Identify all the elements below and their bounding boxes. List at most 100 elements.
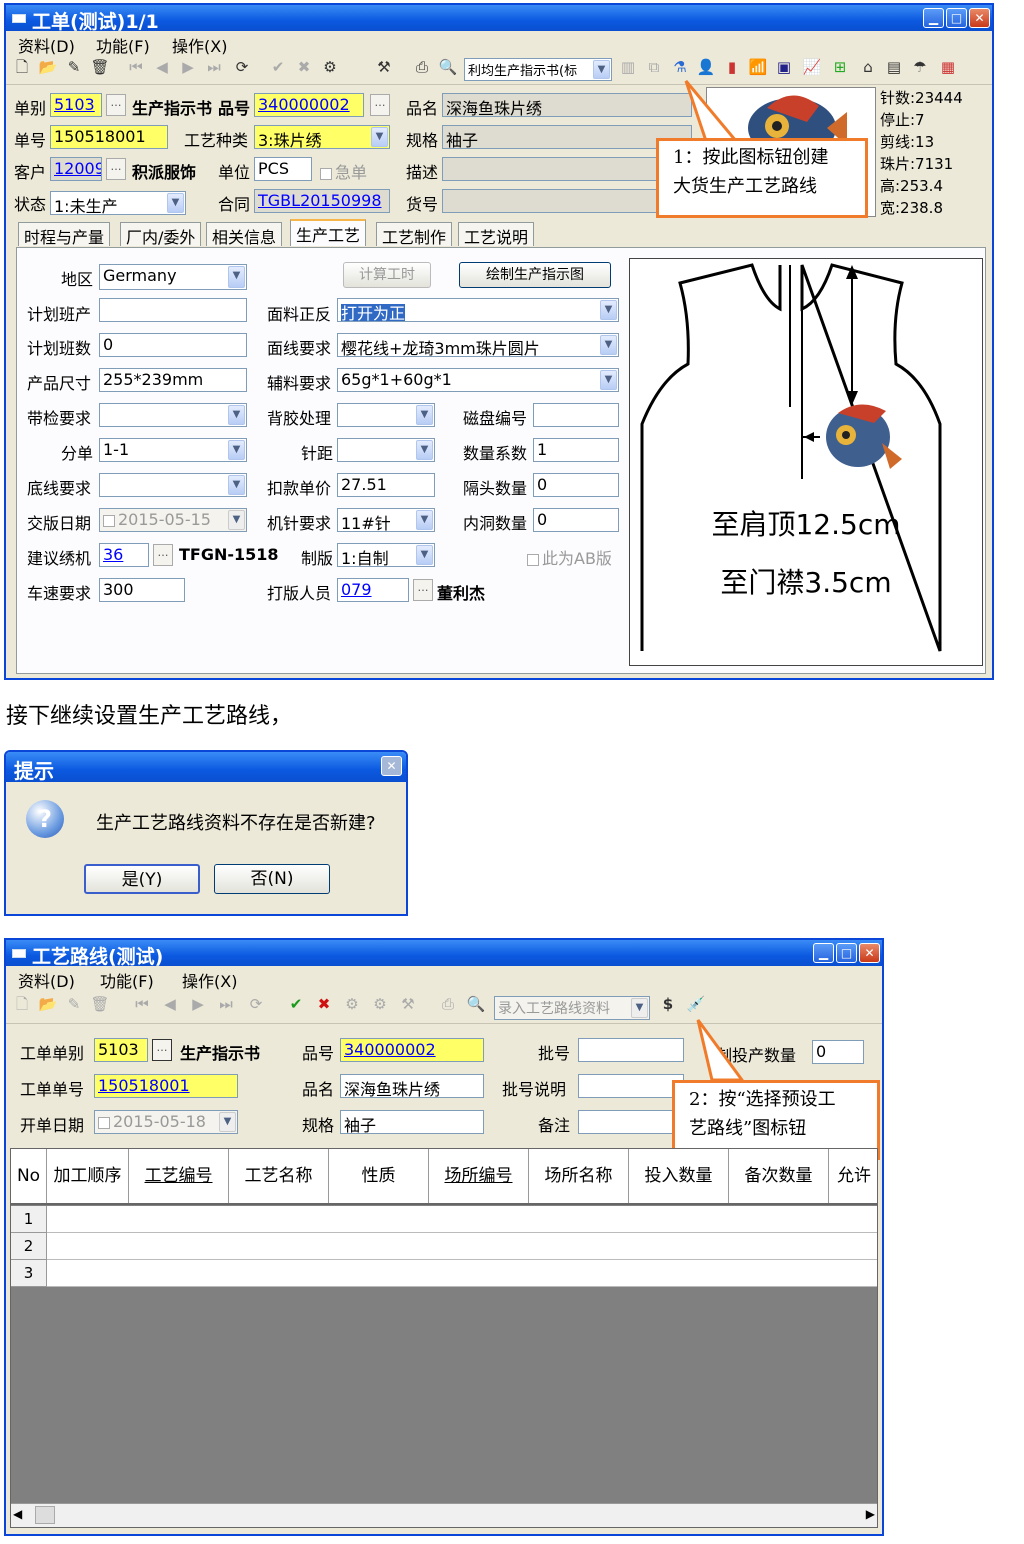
qty-coef-field[interactable]: 1 bbox=[533, 438, 619, 462]
description-field[interactable] bbox=[442, 157, 692, 181]
contract-field[interactable]: TGBL20150998 bbox=[254, 189, 390, 213]
next-record-icon[interactable]: ▶ bbox=[188, 994, 208, 1014]
fabric-select[interactable]: 打开为正 ▼ bbox=[337, 298, 619, 322]
edit-icon[interactable]: ✎ bbox=[64, 994, 84, 1014]
speed-field[interactable]: 300 bbox=[99, 578, 185, 602]
deduct-field[interactable]: 27.51 bbox=[337, 473, 435, 497]
aux-select[interactable]: 65g*1+60g*1 ▼ bbox=[337, 368, 619, 392]
chevron-down-icon[interactable]: ▼ bbox=[600, 370, 617, 390]
confirm-icon[interactable]: ✔ bbox=[286, 994, 306, 1014]
chevron-down-icon[interactable]: ▼ bbox=[228, 440, 245, 460]
order-type-lookup-button[interactable]: … bbox=[106, 94, 126, 116]
region-select[interactable]: Germany ▼ bbox=[99, 264, 247, 290]
checkbox-icon[interactable] bbox=[103, 514, 115, 527]
column-header[interactable]: 性质 bbox=[329, 1149, 429, 1203]
disk-field[interactable] bbox=[533, 403, 619, 427]
urgent-checkbox[interactable]: 急单 bbox=[320, 159, 367, 183]
delete-icon[interactable]: 🗑 bbox=[90, 57, 110, 77]
column-header[interactable]: 加工顺序 bbox=[47, 1149, 129, 1203]
product-name-field[interactable]: 深海鱼珠片绣 bbox=[442, 93, 692, 117]
row-cells[interactable] bbox=[47, 1260, 877, 1287]
open-date-field[interactable]: 2015-05-18 ▼ bbox=[94, 1110, 238, 1134]
chevron-down-icon[interactable]: ▼ bbox=[371, 127, 388, 147]
column-header[interactable]: 允许 bbox=[829, 1149, 877, 1203]
unapprove-icon[interactable]: ⚙ bbox=[370, 994, 390, 1014]
scroll-right-icon[interactable]: ▶ bbox=[866, 1507, 875, 1521]
split-select[interactable]: 1-1 ▼ bbox=[99, 438, 247, 462]
maximize-icon[interactable]: □ bbox=[946, 8, 967, 28]
unit-field[interactable]: PCS bbox=[254, 157, 312, 181]
make-select[interactable]: 1:自制 ▼ bbox=[337, 543, 435, 567]
column-header[interactable]: 备次数量 bbox=[729, 1149, 829, 1203]
row-number[interactable]: 1 bbox=[11, 1206, 47, 1233]
chevron-down-icon[interactable]: ▼ bbox=[593, 60, 610, 79]
row-number[interactable]: 3 bbox=[11, 1260, 47, 1287]
delivery-date-field[interactable]: 2015-05-15 ▼ bbox=[99, 508, 247, 532]
no-button[interactable]: 否(N) bbox=[214, 864, 330, 894]
column-header[interactable]: 工艺名称 bbox=[229, 1149, 329, 1203]
tab-process-making[interactable]: 工艺制作 bbox=[376, 222, 453, 247]
barcode-icon[interactable]: ▥ bbox=[618, 57, 638, 77]
tools-icon[interactable]: ⚒ bbox=[398, 994, 418, 1014]
copy-icon[interactable]: ⧉ bbox=[644, 57, 664, 77]
horizontal-scrollbar[interactable]: ◀ ▶ bbox=[11, 1503, 877, 1527]
chevron-down-icon[interactable]: ▼ bbox=[228, 405, 245, 425]
open-icon[interactable]: 📂 bbox=[38, 57, 58, 77]
plan-prod-field[interactable] bbox=[99, 298, 247, 322]
last-record-icon[interactable]: ⏭ bbox=[204, 57, 224, 77]
close-icon[interactable]: ✕ bbox=[381, 756, 402, 776]
bar-chart-icon[interactable]: ▮ bbox=[722, 57, 742, 77]
column-header[interactable]: 场所名称 bbox=[529, 1149, 629, 1203]
thread-select[interactable]: 樱花线+龙琦3mm珠片圆片 ▼ bbox=[337, 333, 619, 357]
order-type-lookup-button[interactable]: … bbox=[152, 1039, 172, 1061]
column-header[interactable]: 场所编号 bbox=[429, 1149, 529, 1203]
next-record-icon[interactable]: ▶ bbox=[178, 57, 198, 77]
menu-operation[interactable]: 操作(X) bbox=[182, 968, 237, 992]
table-row[interactable]: 2 bbox=[11, 1233, 877, 1260]
home-icon[interactable]: ⌂ bbox=[858, 57, 878, 77]
tools-icon[interactable]: ⚒ bbox=[374, 57, 394, 77]
chevron-down-icon[interactable]: ▼ bbox=[600, 300, 617, 320]
confirm-icon[interactable]: ✔ bbox=[268, 57, 288, 77]
table-row[interactable]: 1 bbox=[11, 1206, 877, 1233]
delete-icon[interactable]: 🗑 bbox=[90, 994, 110, 1014]
checkbox-icon[interactable] bbox=[98, 1116, 110, 1129]
size-field[interactable]: 255*239mm bbox=[99, 368, 247, 392]
column-header[interactable]: 工艺编号 bbox=[129, 1149, 229, 1203]
batch-field[interactable] bbox=[578, 1038, 684, 1062]
print-template-select[interactable]: 利均生产指示书(标 ▼ bbox=[464, 58, 612, 81]
line-chart-icon[interactable]: 📈 bbox=[802, 57, 822, 77]
column-header[interactable]: 投入数量 bbox=[629, 1149, 729, 1203]
menu-data[interactable]: 资料(D) bbox=[18, 968, 75, 992]
batch-desc-field[interactable] bbox=[578, 1074, 684, 1098]
chevron-down-icon[interactable]: ▼ bbox=[416, 440, 433, 460]
stitch-select[interactable]: ▼ bbox=[337, 438, 435, 462]
row-cells[interactable] bbox=[47, 1206, 877, 1233]
last-record-icon[interactable]: ⏭ bbox=[216, 994, 236, 1014]
inspect-select[interactable]: ▼ bbox=[99, 403, 247, 427]
window-title-bar[interactable]: 工艺路线(测试) ▁ □ ✕ bbox=[6, 940, 882, 968]
row-cells[interactable] bbox=[47, 1233, 877, 1260]
menu-data[interactable]: 资料(D) bbox=[18, 33, 75, 57]
route-entry-select[interactable]: 录入工艺路线资料 ▼ bbox=[494, 996, 650, 1020]
user-icon[interactable]: 👤 bbox=[696, 57, 716, 77]
umbrella-icon[interactable]: ☂ bbox=[910, 57, 930, 77]
create-process-route-icon[interactable]: ⚗ bbox=[670, 57, 690, 77]
calc-hours-button[interactable]: 计算工时 bbox=[343, 262, 431, 288]
chevron-down-icon[interactable]: ▼ bbox=[600, 335, 617, 355]
close-icon[interactable]: ✕ bbox=[859, 943, 880, 963]
maximize-icon[interactable]: □ bbox=[836, 943, 857, 963]
chevron-down-icon[interactable]: ▼ bbox=[631, 998, 648, 1018]
cancel-icon[interactable]: ✖ bbox=[294, 57, 314, 77]
craft-type-select[interactable]: 3:珠片绣 ▼ bbox=[254, 125, 390, 149]
tab-related-info[interactable]: 相关信息 bbox=[206, 222, 283, 247]
chevron-down-icon[interactable]: ▼ bbox=[228, 510, 245, 530]
machine-field[interactable]: 36 bbox=[99, 543, 149, 567]
chevron-down-icon[interactable]: ▼ bbox=[228, 266, 245, 288]
minimize-icon[interactable]: ▁ bbox=[813, 943, 834, 963]
machine-lookup-button[interactable]: … bbox=[153, 544, 173, 566]
part-no-field[interactable]: 340000002 bbox=[254, 93, 364, 117]
status-select[interactable]: 1:未生产 ▼ bbox=[50, 191, 186, 215]
device-icon[interactable]: ▣ bbox=[774, 57, 794, 77]
spec-field[interactable]: 袖子 bbox=[442, 125, 692, 149]
